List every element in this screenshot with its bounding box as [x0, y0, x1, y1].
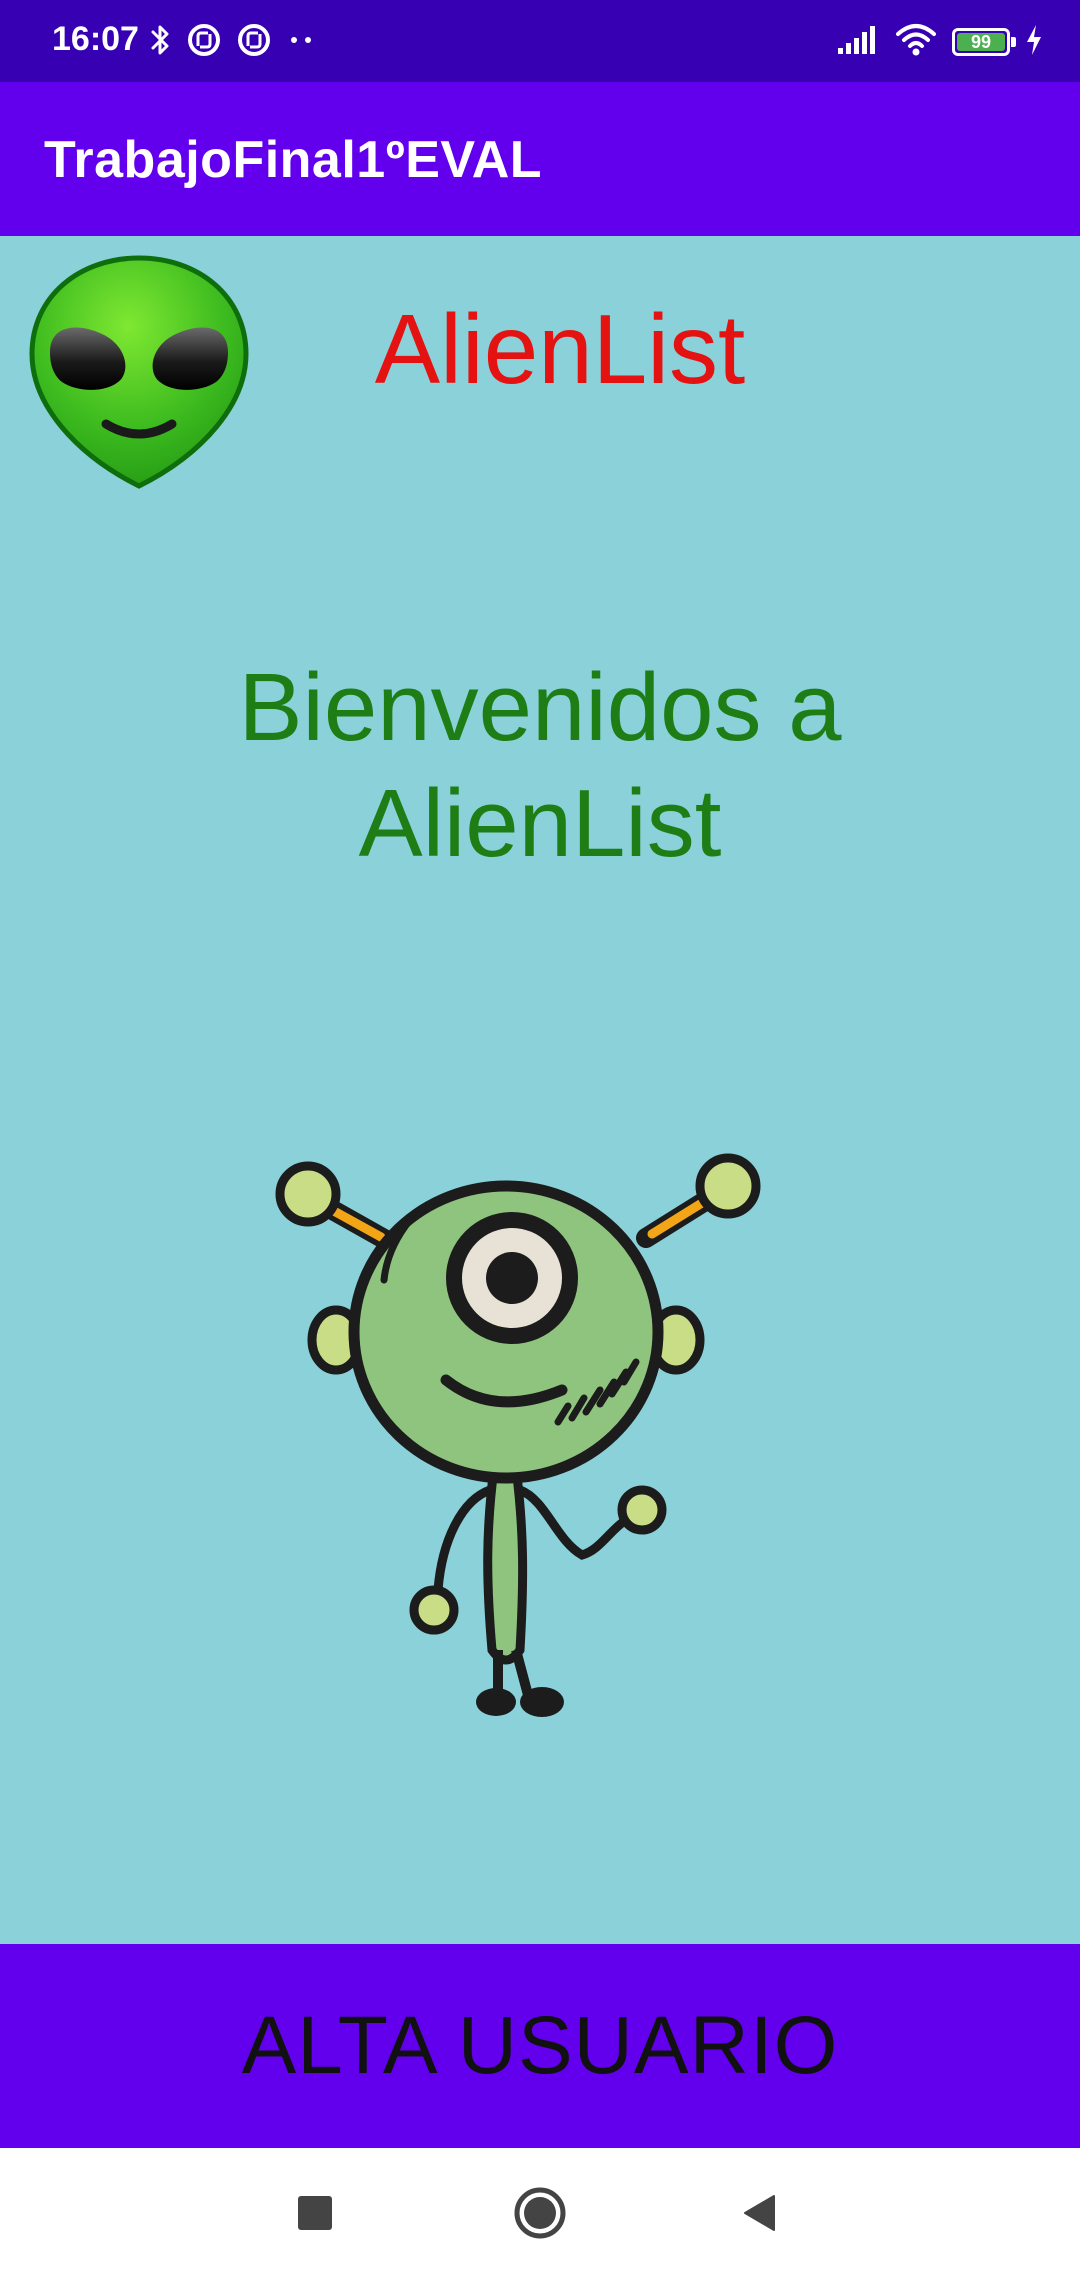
- alien-head-icon: [28, 254, 250, 490]
- home-circle-icon: [513, 2186, 567, 2244]
- app-title: TrabajoFinal1ºEVAL: [44, 131, 543, 189]
- recents-button[interactable]: [280, 2180, 350, 2250]
- header-title: AlienList: [374, 294, 746, 404]
- status-icons-left: [150, 22, 316, 62]
- alien-character-illustration: [266, 1150, 766, 1730]
- screen: 16:07 99 TrabajoFinal1ºEVAL AlienList Bi…: [0, 0, 1080, 2280]
- nfc-icon: [236, 22, 272, 62]
- more-dots-icon: [286, 22, 316, 62]
- navigation-bar: [0, 2148, 1080, 2280]
- square-icon: [297, 2195, 333, 2235]
- welcome-text: Bienvenidos a AlienList: [238, 654, 842, 877]
- status-icons-right: 99: [836, 20, 1044, 64]
- back-triangle-icon: [740, 2193, 780, 2237]
- battery-level: 99: [970, 31, 992, 52]
- charging-icon: [1024, 23, 1044, 61]
- back-button[interactable]: [725, 2180, 795, 2250]
- nfc-icon: [186, 22, 222, 62]
- wifi-icon: [894, 22, 938, 62]
- app-bar: TrabajoFinal1ºEVAL: [0, 82, 1080, 236]
- home-button[interactable]: [505, 2180, 575, 2250]
- status-time: 16:07: [52, 20, 139, 58]
- status-bar: 16:07 99: [0, 0, 1080, 82]
- battery-tip: [1011, 37, 1016, 47]
- battery-icon: 99: [952, 28, 1016, 56]
- alta-usuario-button[interactable]: ALTA USUARIO: [0, 1944, 1080, 2148]
- signal-icon: [836, 24, 880, 60]
- bluetooth-icon: [150, 22, 172, 62]
